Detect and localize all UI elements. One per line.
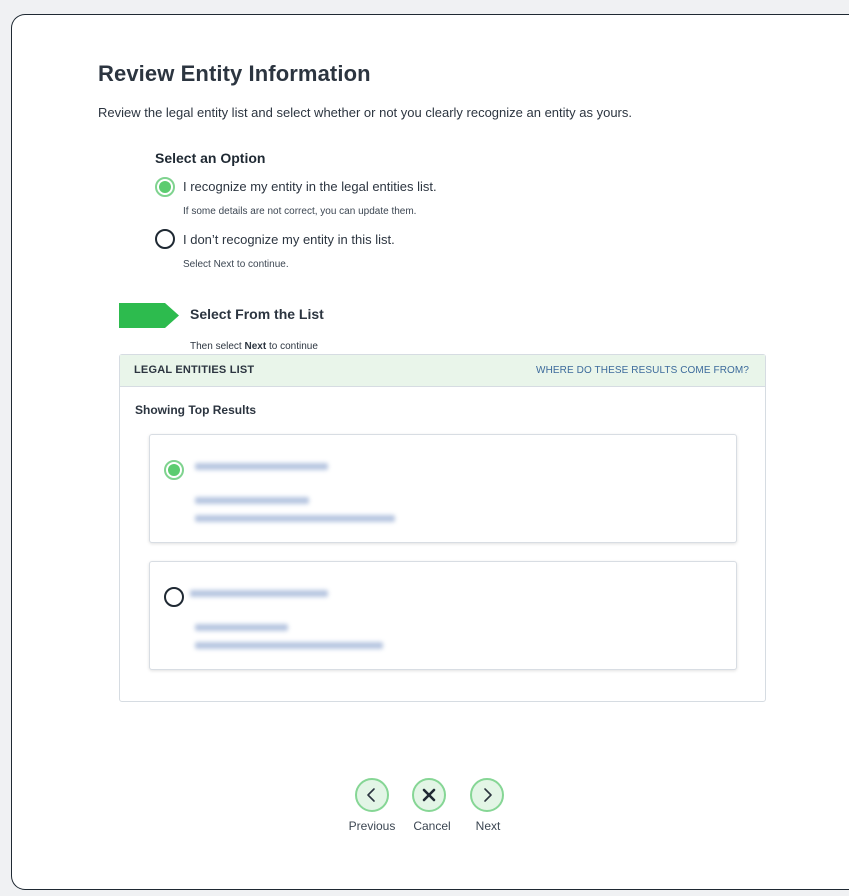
redacted-entity-city xyxy=(195,642,383,649)
option-heading: Select an Option xyxy=(155,150,266,166)
results-source-link[interactable]: WHERE DO THESE RESULTS COME FROM? xyxy=(536,365,749,376)
legal-entities-header: LEGAL ENTITIES LIST WHERE DO THESE RESUL… xyxy=(120,355,765,387)
next-label[interactable]: Next xyxy=(453,819,523,833)
step-hint: Then select Next to continue xyxy=(190,341,318,352)
option-label-dont-recognize[interactable]: I don’t recognize my entity in this list… xyxy=(183,232,395,247)
redacted-entity-name xyxy=(195,463,328,470)
option-hint-dont-recognize: Select Next to continue. xyxy=(183,259,289,270)
redacted-entity-address xyxy=(195,497,309,504)
chevron-right-icon xyxy=(484,788,492,802)
cancel-button[interactable] xyxy=(412,778,446,812)
chevron-left-icon xyxy=(367,788,375,802)
option-hint-recognize: If some details are not correct, you can… xyxy=(183,206,417,217)
entity-result-card[interactable] xyxy=(149,434,737,543)
redacted-entity-city xyxy=(195,515,395,522)
showing-top-results-label: Showing Top Results xyxy=(135,403,257,417)
option-label-recognize[interactable]: I recognize my entity in the legal entit… xyxy=(183,179,437,194)
redacted-entity-name xyxy=(190,590,328,597)
previous-button[interactable] xyxy=(355,778,389,812)
page-title: Review Entity Information xyxy=(98,61,371,86)
entity-result-card[interactable] xyxy=(149,561,737,670)
page-description: Review the legal entity list and select … xyxy=(98,105,632,120)
redacted-entity-address xyxy=(195,624,288,631)
entity-result-radio[interactable] xyxy=(164,587,184,607)
entity-result-radio[interactable] xyxy=(164,460,184,480)
step-arrow-icon xyxy=(119,303,179,333)
legal-entities-title: LEGAL ENTITIES LIST xyxy=(134,364,255,376)
next-button[interactable] xyxy=(470,778,504,812)
radio-dont-recognize-entity[interactable] xyxy=(155,229,175,249)
step-title: Select From the List xyxy=(190,306,324,322)
close-icon xyxy=(422,788,436,802)
radio-recognize-entity[interactable] xyxy=(155,177,175,197)
legal-entities-panel: LEGAL ENTITIES LIST WHERE DO THESE RESUL… xyxy=(119,354,766,702)
